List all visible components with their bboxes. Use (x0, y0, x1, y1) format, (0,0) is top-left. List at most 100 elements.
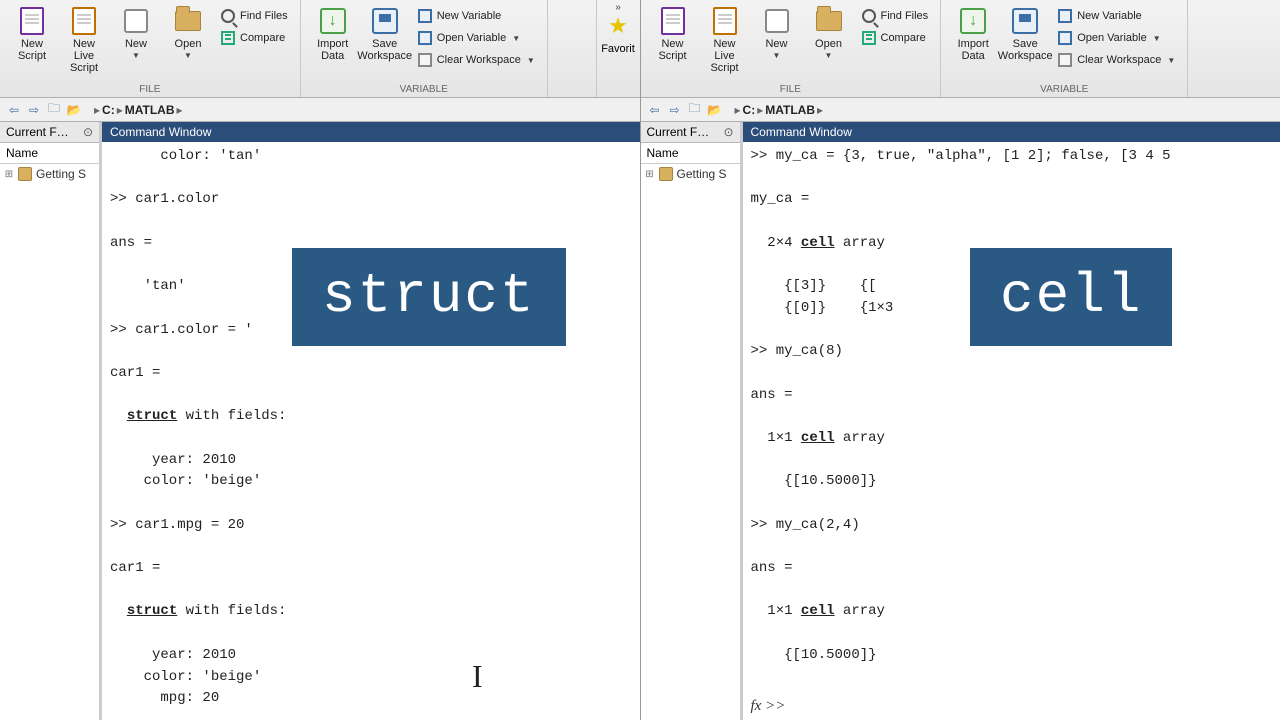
up-button[interactable]: 🗀 (685, 101, 705, 119)
compare-button[interactable]: Compare (216, 28, 292, 48)
save-icon (370, 6, 400, 36)
file-group: New Script New Live Script New ▼ Open (0, 0, 301, 97)
variable-group-label: VARIABLE (947, 82, 1181, 97)
open-button[interactable]: Open ▼ (803, 2, 855, 64)
new-button[interactable]: New ▼ (751, 2, 803, 64)
right-matlab-window: New Script New Live Script New ▼ Open (641, 0, 1280, 720)
toolstrip: New Script New Live Script New ▼ Open (0, 0, 640, 98)
current-folder-title: Current F… (647, 125, 710, 139)
command-window[interactable]: color: 'tan' >> car1.color ans = 'tan' >… (102, 142, 640, 720)
new-live-script-button[interactable]: New Live Script (58, 2, 110, 78)
browse-button[interactable]: 📂 (705, 101, 725, 119)
new-script-icon (17, 6, 47, 36)
open-icon (814, 6, 844, 36)
command-window-title: Command Window (743, 122, 1280, 142)
new-live-script-button[interactable]: New Live Script (699, 2, 751, 78)
new-icon (121, 6, 151, 36)
save-workspace-button[interactable]: Save Workspace (359, 2, 411, 66)
new-live-script-icon (710, 6, 740, 36)
new-script-button[interactable]: New Script (6, 2, 58, 66)
address-bar: ⇦ ⇨ 🗀 📂 ▸ C: ▸ MATLAB ▸ (641, 98, 1280, 122)
name-column-header[interactable]: Name (0, 143, 99, 164)
compare-button[interactable]: Compare (857, 28, 933, 48)
folder-item[interactable]: ⊞ Getting S (0, 166, 99, 182)
clear-workspace-button[interactable]: Clear Workspace▼ (1053, 50, 1179, 70)
new-script-icon (658, 6, 688, 36)
save-workspace-button[interactable]: Save Workspace (999, 2, 1051, 66)
command-window-panel: Command Window color: 'tan' >> car1.colo… (102, 122, 640, 720)
import-icon (318, 6, 348, 36)
back-button[interactable]: ⇦ (4, 101, 24, 119)
open-button[interactable]: Open ▼ (162, 2, 214, 64)
find-icon (220, 8, 236, 24)
variable-icon (1057, 30, 1073, 46)
text-cursor-icon: I (472, 652, 483, 702)
new-variable-button[interactable]: New Variable (1053, 6, 1179, 26)
folder-icon (659, 167, 673, 181)
compare-icon (861, 30, 877, 46)
folder-icon (18, 167, 32, 181)
file-group-label: FILE (6, 82, 294, 97)
new-icon (762, 6, 792, 36)
import-data-button[interactable]: Import Data (307, 2, 359, 66)
name-column-header[interactable]: Name (641, 143, 740, 164)
folder-item[interactable]: ⊞ Getting S (641, 166, 740, 182)
find-files-button[interactable]: Find Files (216, 6, 292, 26)
clear-icon (417, 52, 433, 68)
variable-group: Import Data Save Workspace New Variable (301, 0, 548, 97)
variable-icon (417, 8, 433, 24)
forward-button[interactable]: ⇨ (24, 101, 44, 119)
new-script-button[interactable]: New Script (647, 2, 699, 66)
compare-icon (220, 30, 236, 46)
command-window-panel: Command Window >> my_ca = {3, true, "alp… (743, 122, 1280, 720)
new-live-script-icon (69, 6, 99, 36)
variable-group: Import Data Save Workspace New Variable (941, 0, 1188, 97)
up-button[interactable]: 🗀 (44, 101, 64, 119)
favorites-button[interactable]: » ★ Favorit (596, 0, 640, 97)
import-data-button[interactable]: Import Data (947, 2, 999, 66)
file-group: New Script New Live Script New ▼ Open (641, 0, 942, 97)
expand-icon[interactable]: ⊞ (4, 169, 14, 180)
left-matlab-window: New Script New Live Script New ▼ Open (0, 0, 641, 720)
forward-button[interactable]: ⇨ (665, 101, 685, 119)
toolstrip: New Script New Live Script New ▼ Open (641, 0, 1280, 98)
save-icon (1010, 6, 1040, 36)
browse-button[interactable]: 📂 (64, 101, 84, 119)
overlay-label-struct: struct (292, 248, 566, 346)
variable-icon (1057, 8, 1073, 24)
fx-prompt[interactable]: fx >> (743, 693, 794, 720)
expand-icon[interactable]: ⊞ (645, 169, 655, 180)
command-window-title: Command Window (102, 122, 640, 142)
folder-item-label: Getting S (677, 167, 727, 181)
open-icon (173, 6, 203, 36)
panel-actions-icon[interactable]: ⊙ (723, 125, 733, 139)
caret-icon: ▼ (773, 51, 781, 60)
open-variable-button[interactable]: Open Variable▼ (413, 28, 539, 48)
caret-icon: ▼ (132, 51, 140, 60)
command-window[interactable]: >> my_ca = {3, true, "alpha", [1 2]; fal… (743, 142, 1280, 720)
open-variable-button[interactable]: Open Variable▼ (1053, 28, 1179, 48)
breadcrumb[interactable]: ▸ C: ▸ MATLAB ▸ (88, 103, 183, 117)
star-icon: ★ (608, 13, 628, 39)
current-folder-panel: Current F… ⊙ Name ⊞ Getting S (641, 122, 743, 720)
variable-icon (417, 30, 433, 46)
address-bar: ⇦ ⇨ 🗀 📂 ▸ C: ▸ MATLAB ▸ (0, 98, 640, 122)
new-button[interactable]: New ▼ (110, 2, 162, 64)
chevron-right-icon: » (615, 2, 621, 13)
current-folder-panel: Current F… ⊙ Name ⊞ Getting S (0, 122, 102, 720)
find-icon (861, 8, 877, 24)
clear-workspace-button[interactable]: Clear Workspace▼ (413, 50, 539, 70)
clear-icon (1057, 52, 1073, 68)
find-files-button[interactable]: Find Files (857, 6, 933, 26)
panel-actions-icon[interactable]: ⊙ (83, 125, 93, 139)
caret-icon: ▼ (184, 51, 192, 60)
import-icon (958, 6, 988, 36)
current-folder-title: Current F… (6, 125, 69, 139)
breadcrumb[interactable]: ▸ C: ▸ MATLAB ▸ (729, 103, 824, 117)
variable-group-label: VARIABLE (307, 82, 541, 97)
folder-item-label: Getting S (36, 167, 86, 181)
overlay-label-cell: cell (970, 248, 1172, 346)
caret-icon: ▼ (825, 51, 833, 60)
new-variable-button[interactable]: New Variable (413, 6, 539, 26)
back-button[interactable]: ⇦ (645, 101, 665, 119)
